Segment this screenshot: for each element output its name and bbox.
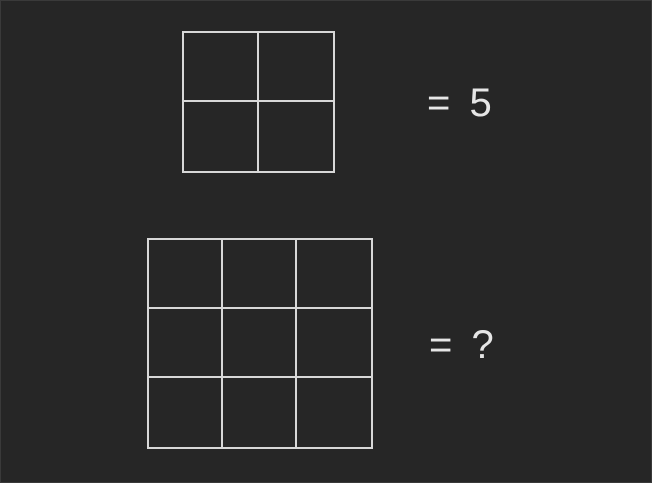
grid-cell — [184, 102, 259, 171]
grid-cell — [297, 240, 371, 309]
grid-cell — [223, 240, 297, 309]
grid-3x3 — [147, 238, 373, 449]
grid-cell — [149, 378, 223, 447]
grid-cell — [149, 309, 223, 378]
grid-cell — [149, 240, 223, 309]
grid-cell — [258, 33, 333, 102]
equation-label-question: = ? — [429, 323, 498, 367]
grid-cell — [259, 102, 334, 171]
grid-cell — [223, 378, 297, 447]
grid-cell — [184, 33, 259, 102]
grid-cell — [297, 309, 371, 378]
equation-label-known: = 5 — [427, 81, 496, 125]
grid-2x2 — [182, 31, 335, 173]
puzzle-canvas: = 5 = ? — [0, 0, 652, 483]
grid-cell — [223, 309, 297, 378]
grid-cell — [297, 378, 371, 447]
